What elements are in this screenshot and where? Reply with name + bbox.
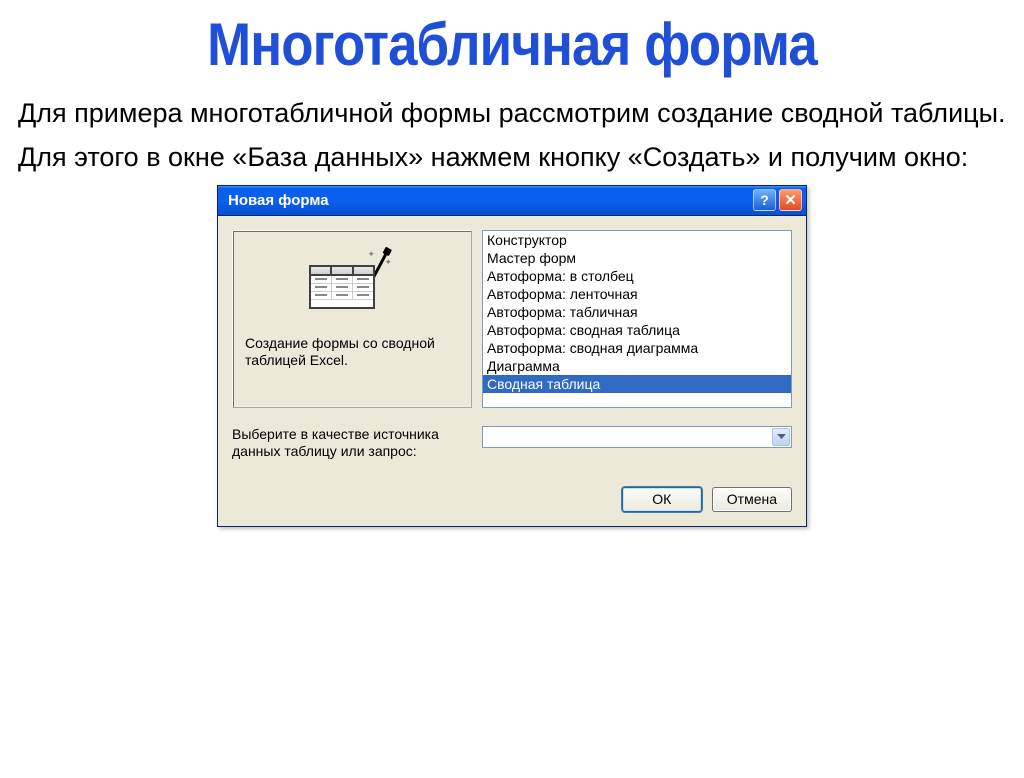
list-item[interactable]: Автоформа: сводная таблица — [483, 321, 791, 339]
list-item-selected[interactable]: Сводная таблица — [483, 375, 791, 393]
chevron-down-icon — [777, 434, 786, 440]
ok-button[interactable]: ОК — [622, 487, 702, 512]
list-item[interactable]: Автоформа: сводная диаграмма — [483, 339, 791, 357]
intro-paragraph-2: Для этого в окне «База данных» нажмем кн… — [18, 141, 1012, 175]
new-form-dialog: Новая форма ? ✕ ✦✦· — [217, 185, 807, 527]
help-icon: ? — [760, 192, 769, 208]
list-item[interactable]: Автоформа: ленточная — [483, 285, 791, 303]
source-label: Выберите в качестве источника данных таб… — [232, 426, 472, 461]
page-title: Многотабличная форма — [61, 10, 962, 79]
list-item[interactable]: Автоформа: в столбец — [483, 267, 791, 285]
help-button[interactable]: ? — [753, 189, 776, 211]
combobox-dropdown-button[interactable] — [772, 428, 790, 446]
list-item[interactable]: Автоформа: табличная — [483, 303, 791, 321]
list-item[interactable]: Конструктор — [483, 231, 791, 249]
dialog-titlebar[interactable]: Новая форма ? ✕ — [218, 186, 806, 216]
form-type-listbox[interactable]: Конструктор Мастер форм Автоформа: в сто… — [482, 230, 792, 408]
pivot-table-wizard-icon: ✦✦· — [309, 251, 395, 311]
dialog-title: Новая форма — [228, 192, 750, 209]
preview-description: Создание формы со сводной таблицей Excel… — [245, 329, 459, 370]
preview-panel: ✦✦· Создание формы со сводной таблицей E… — [232, 230, 472, 408]
list-item[interactable]: Мастер форм — [483, 249, 791, 267]
intro-paragraph-1: Для примера многотабличной формы рассмот… — [18, 97, 1012, 131]
source-combobox[interactable] — [482, 426, 792, 448]
close-button[interactable]: ✕ — [779, 189, 802, 211]
cancel-button[interactable]: Отмена — [712, 487, 792, 512]
close-icon: ✕ — [784, 193, 797, 208]
list-item[interactable]: Диаграмма — [483, 357, 791, 375]
